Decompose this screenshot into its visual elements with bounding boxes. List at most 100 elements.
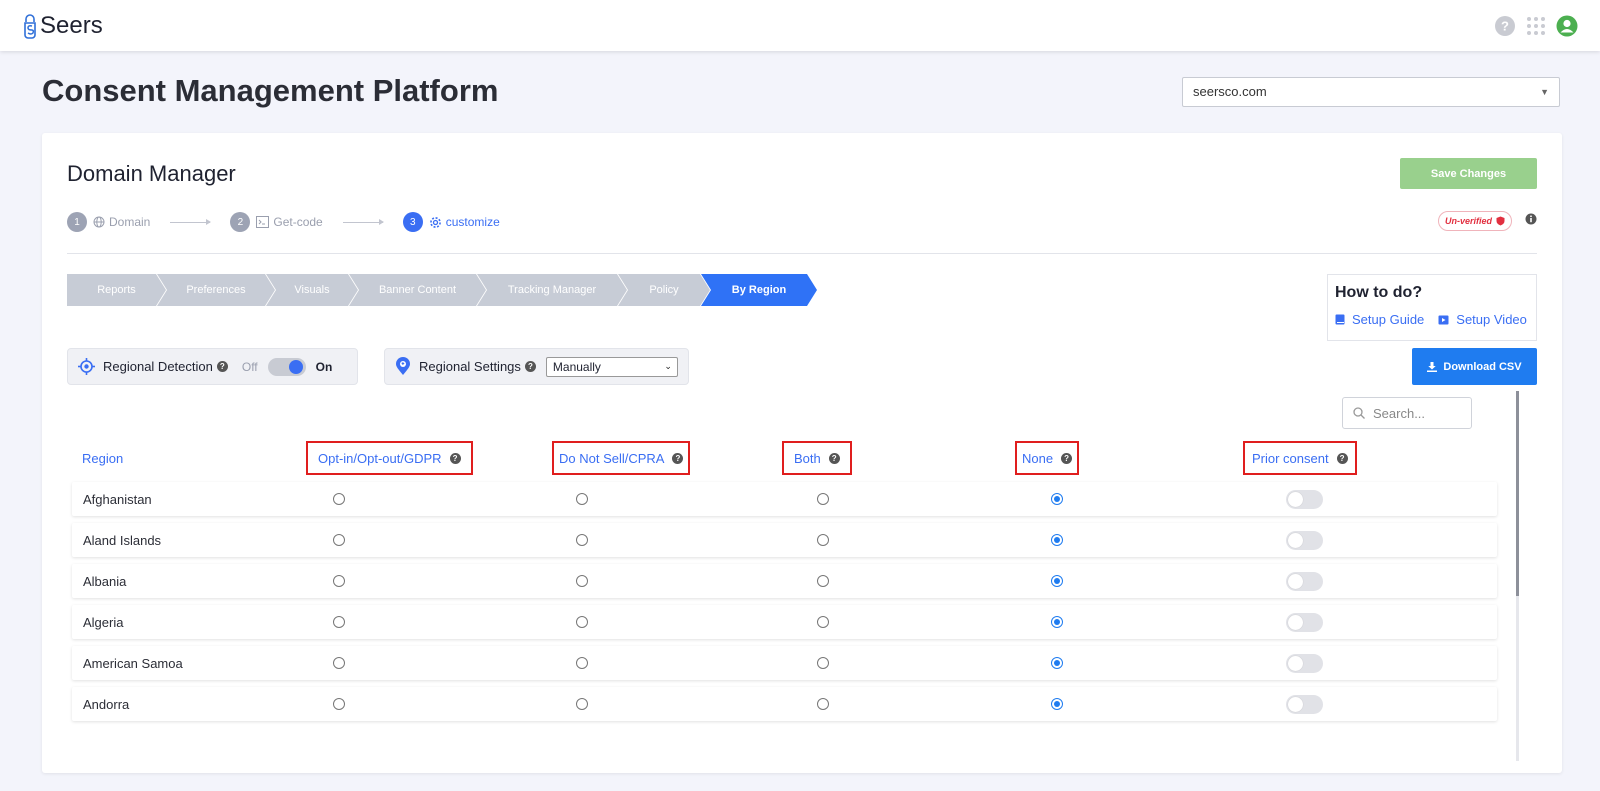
prior-consent-toggle[interactable] [1286, 572, 1323, 591]
video-icon [1438, 315, 1449, 324]
region-name: Aland Islands [83, 533, 162, 548]
column-header-both-label: Both [794, 450, 821, 466]
radio-none[interactable] [1051, 616, 1063, 628]
question-icon[interactable]: ? [449, 452, 461, 464]
prior-consent-toggle[interactable] [1286, 695, 1323, 714]
toggle-off-label: Off [241, 359, 258, 374]
question-icon[interactable]: ? [828, 452, 840, 464]
tab-visuals[interactable]: Visuals [266, 274, 358, 306]
tab-banner-content[interactable]: Banner Content [349, 274, 486, 306]
column-header-gdpr: Opt-in/Opt-out/GDPR ? [306, 441, 473, 475]
step-customize[interactable]: customize [429, 215, 500, 229]
radio-cpra[interactable] [576, 534, 588, 546]
regional-settings-select[interactable]: Manually ⌄ [545, 356, 678, 377]
radio-gdpr[interactable] [333, 575, 345, 587]
radio-both[interactable] [817, 493, 829, 505]
radio-both[interactable] [817, 616, 829, 628]
user-avatar-icon[interactable] [1556, 15, 1578, 37]
radio-gdpr[interactable] [333, 534, 345, 546]
setup-video-link[interactable]: Setup Video [1438, 312, 1527, 327]
prior-consent-toggle[interactable] [1286, 490, 1323, 509]
step-get-code-label: Get-code [273, 215, 323, 229]
tab-policy[interactable]: Policy [618, 274, 710, 306]
radio-both[interactable] [817, 698, 829, 710]
domain-select[interactable]: seersco.com ▼ [1182, 77, 1560, 107]
radio-cpra[interactable] [576, 575, 588, 587]
radio-cpra[interactable] [576, 493, 588, 505]
regional-detection-label: Regional Detection [103, 359, 213, 374]
radio-both[interactable] [817, 657, 829, 669]
radio-none[interactable] [1051, 493, 1063, 505]
tab-preferences[interactable]: Preferences [157, 274, 275, 306]
region-name: Albania [83, 574, 127, 589]
radio-gdpr[interactable] [333, 616, 345, 628]
status-badge-text: Un-verified [1444, 216, 1492, 226]
step-number-1: 1 [67, 212, 87, 232]
regional-detection-toggle[interactable] [267, 357, 306, 376]
steps-progress: 1 Domain 2 Get-code 3 customize [67, 212, 500, 232]
region-name: Algeria [83, 615, 124, 630]
column-header-cpra-label: Do Not Sell/CPRA [559, 450, 665, 466]
lock-logo-icon [24, 14, 36, 39]
info-icon[interactable] [1525, 213, 1537, 225]
tab-tracking-manager[interactable]: Tracking Manager [477, 274, 627, 306]
search-placeholder: Search... [1373, 405, 1426, 421]
download-csv-label: Download CSV [1443, 360, 1522, 373]
radio-gdpr[interactable] [333, 698, 345, 710]
toggle-knob [1288, 615, 1303, 630]
terminal-icon [256, 216, 270, 228]
question-icon[interactable]: ? [672, 452, 684, 464]
question-icon[interactable]: ? [1061, 452, 1073, 464]
region-name: American Samoa [83, 656, 183, 671]
tab-reports[interactable]: Reports [67, 274, 166, 306]
setup-video-label: Setup Video [1456, 312, 1527, 327]
search-input[interactable]: Search... [1342, 397, 1472, 429]
radio-gdpr[interactable] [333, 657, 345, 669]
column-header-gdpr-label: Opt-in/Opt-out/GDPR [318, 450, 442, 466]
column-header-cpra: Do Not Sell/CPRA ? [552, 441, 691, 475]
radio-cpra[interactable] [576, 657, 588, 669]
question-icon[interactable]: ? [216, 361, 228, 372]
radio-none[interactable] [1051, 657, 1063, 669]
save-changes-button[interactable]: Save Changes [1400, 158, 1537, 189]
column-header-region: Region [82, 450, 124, 466]
domain-select-value: seersco.com [1193, 84, 1267, 99]
radio-none[interactable] [1051, 698, 1063, 710]
radio-none[interactable] [1051, 534, 1063, 546]
toggle-knob [288, 359, 303, 374]
seers-logo[interactable]: Seers [22, 12, 103, 40]
question-icon[interactable]: ? [524, 361, 536, 372]
tab-by-region[interactable]: By Region [701, 274, 817, 306]
setup-guide-label: Setup Guide [1352, 312, 1425, 327]
caret-down-icon: ▼ [1540, 87, 1549, 97]
help-icon[interactable]: ? [1494, 15, 1516, 37]
step-domain[interactable]: Domain [93, 215, 150, 229]
prior-consent-toggle[interactable] [1286, 531, 1323, 550]
search-icon [1353, 407, 1365, 419]
radio-gdpr[interactable] [333, 493, 345, 505]
step-arrow [342, 218, 384, 225]
step-domain-label: Domain [109, 215, 151, 229]
column-header-prior-consent: Prior consent ? [1243, 441, 1357, 475]
radio-cpra[interactable] [576, 698, 588, 710]
radio-cpra[interactable] [576, 616, 588, 628]
how-to-box: How to do? Setup Guide Setup Video [1327, 274, 1537, 341]
svg-text:?: ? [1501, 19, 1509, 34]
step-number-2: 2 [230, 212, 251, 232]
radio-both[interactable] [817, 575, 829, 587]
prior-consent-toggle[interactable] [1286, 654, 1323, 673]
prior-consent-toggle[interactable] [1286, 613, 1323, 632]
download-csv-button[interactable]: Download CSV [1412, 348, 1537, 385]
setup-guide-link[interactable]: Setup Guide [1335, 312, 1424, 327]
radio-both[interactable] [817, 534, 829, 546]
scrollbar-thumb[interactable] [1516, 391, 1519, 596]
region-table-header: Region Opt-in/Opt-out/GDPR ? Do Not Sell… [67, 441, 1507, 475]
step-get-code[interactable]: Get-code [256, 215, 323, 229]
region-name: Andorra [83, 697, 130, 712]
toggle-knob [1288, 574, 1303, 589]
domain-manager-card: Domain Manager Save Changes 1 Domain 2 G… [42, 133, 1562, 773]
radio-none[interactable] [1051, 575, 1063, 587]
apps-grid-icon[interactable] [1526, 16, 1546, 36]
table-row: Afghanistan [72, 482, 1497, 516]
question-icon[interactable]: ? [1336, 452, 1348, 464]
